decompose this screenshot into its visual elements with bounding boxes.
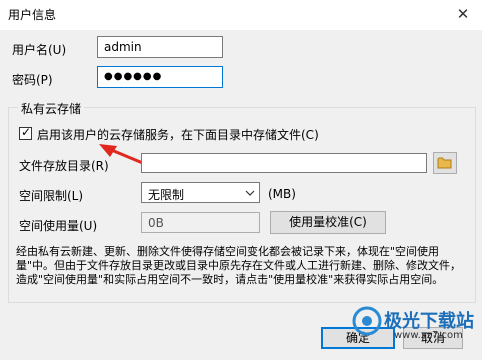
close-button[interactable]: ✕ [452, 3, 474, 25]
watermark-logo-icon [352, 306, 382, 336]
calibrate-usage-button[interactable]: 使用量校准(C) [270, 211, 386, 234]
chevron-down-icon [245, 190, 255, 196]
quota-label: 空间限制(L) [19, 189, 84, 203]
password-label: 密码(P) [12, 73, 53, 87]
browse-button[interactable] [433, 152, 457, 174]
enable-cloud-label[interactable]: 启用该用户的云存储服务，在下面目录中存储文件(C) [37, 126, 319, 143]
username-field[interactable]: admin [97, 36, 223, 58]
group-title: 私有云存储 [18, 100, 85, 117]
quota-value: 无限制 [148, 188, 185, 202]
title-bar [0, 0, 482, 30]
folder-icon [437, 157, 452, 169]
usage-value: 0B [148, 216, 164, 230]
watermark-url: www.xz7.com [394, 330, 463, 341]
watermark: 极光下载站 www.xz7.com [348, 304, 482, 360]
usage-field: 0B [141, 212, 260, 233]
directory-label: 文件存放目录(R) [19, 159, 109, 173]
usage-label: 空间使用量(U) [19, 219, 98, 233]
directory-field[interactable] [141, 153, 427, 173]
description-text: 经由私有云新建、更新、删除文件使得存储空间变化都会被记录下来，体现在"空间使用量… [16, 245, 462, 286]
window-title: 用户信息 [8, 8, 57, 22]
password-field[interactable]: ●●●●●● [97, 66, 223, 88]
password-value: ●●●●●● [104, 71, 163, 82]
quota-select[interactable]: 无限制 [141, 182, 260, 203]
username-label: 用户名(U) [12, 43, 67, 57]
username-value: admin [104, 40, 142, 54]
check-mark-icon: ✓ [21, 125, 32, 139]
enable-cloud-checkbox[interactable]: ✓ [19, 125, 32, 140]
quota-unit: (MB) [268, 187, 296, 201]
